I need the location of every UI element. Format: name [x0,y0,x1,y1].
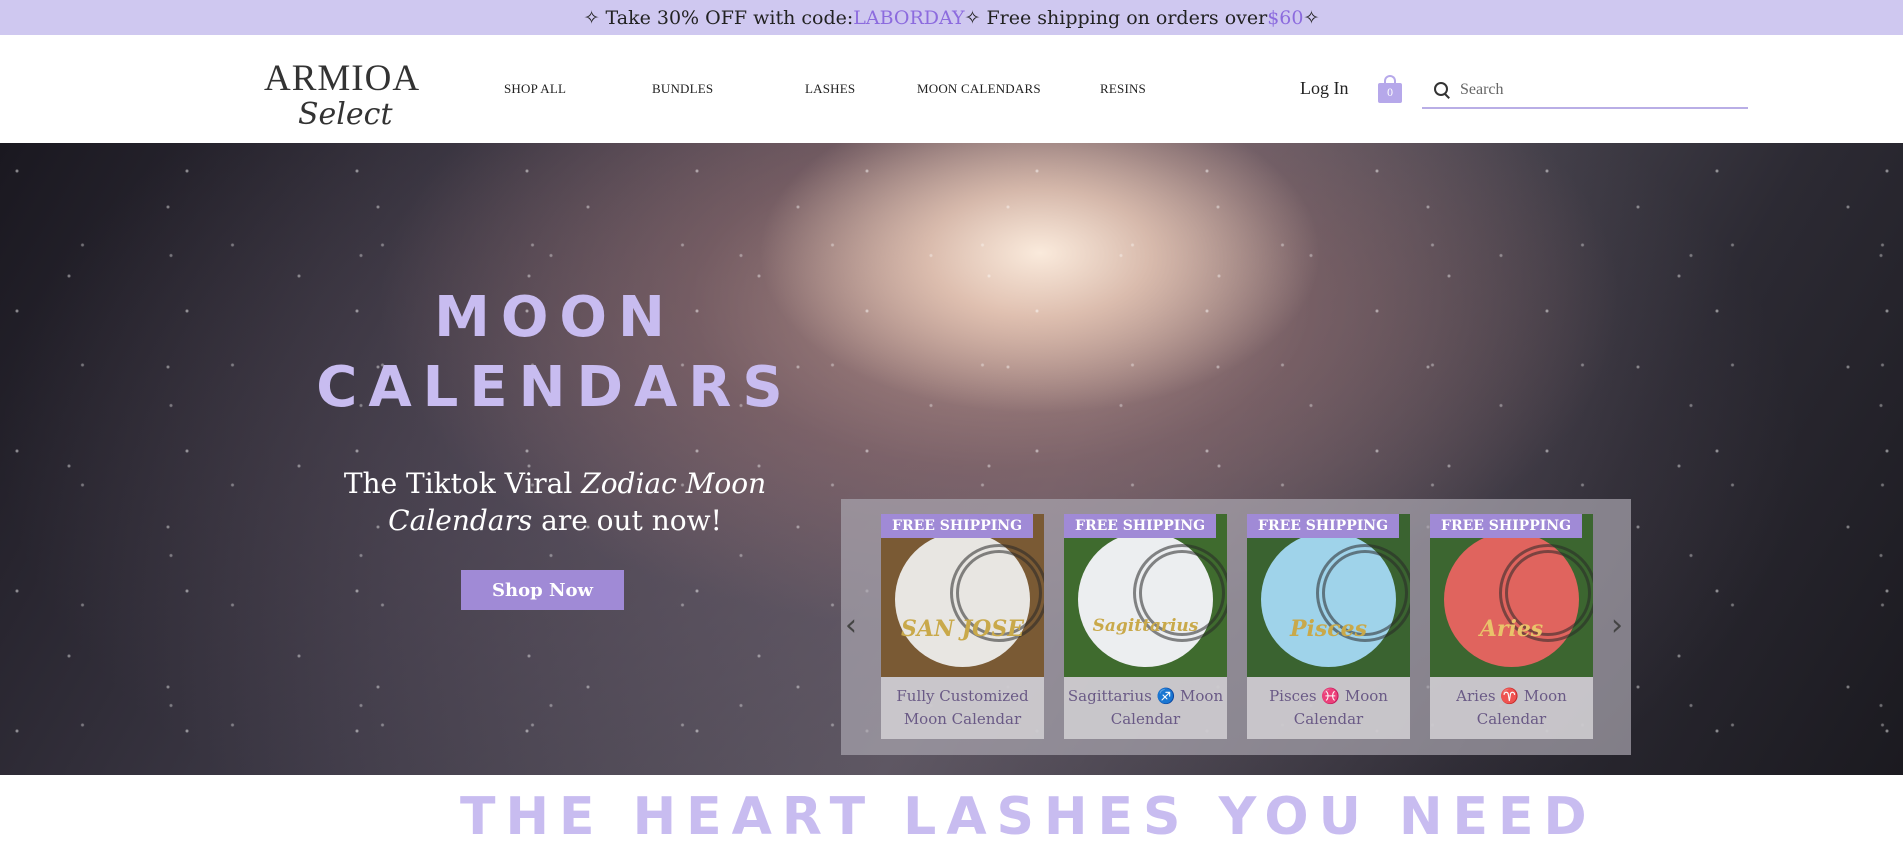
product-carousel: ‹ SAN JOSE FREE SHIPPING Fully Customize… [841,499,1631,755]
chevron-left-icon[interactable]: ‹ [845,611,861,641]
product-name[interactable]: Pisces ♓ Moon Calendar [1247,677,1410,739]
free-shipping-threshold: $60 [1267,6,1304,29]
free-shipping-badge: FREE SHIPPING [1064,514,1217,538]
product-image: Pisces [1247,514,1410,677]
product-card[interactable]: Sagittarius FREE SHIPPING Sagittarius ♐ … [1064,514,1227,739]
logo-script: Select [298,97,393,132]
hero-subtitle-start: The Tiktok Viral [343,467,582,500]
search-bar [1422,73,1748,109]
announcement-middle: ✧ Free shipping on orders over [964,6,1268,29]
hero-subtitle-end: are out now! [532,504,722,537]
product-image-label: Sagittarius [1092,616,1199,636]
product-image: SAN JOSE [881,514,1044,677]
logo-wordmark: ARMIOA [264,58,421,99]
chevron-right-icon[interactable]: › [1611,611,1627,641]
announcement-prefix: ✧ Take 30% OFF with code: [583,6,854,29]
shop-now-button[interactable]: Shop Now [461,570,624,610]
product-image: Sagittarius [1064,514,1227,677]
hero-title: MOON CALENDARS [270,283,840,423]
search-input[interactable] [1460,81,1740,99]
product-card[interactable]: Aries FREE SHIPPING Aries ♈ Moon Calenda… [1430,514,1593,739]
login-link[interactable]: Log In [1300,78,1349,99]
announcement-bar: ✧ Take 30% OFF with code: LABORDAY ✧ Fre… [0,0,1903,35]
free-shipping-badge: FREE SHIPPING [1430,514,1583,538]
nav-item-lashes[interactable]: LASHES [805,81,855,97]
promo-code: LABORDAY [853,6,965,29]
hero-subtitle: The Tiktok Viral Zodiac Moon Calendars a… [330,465,780,539]
product-card[interactable]: SAN JOSE FREE SHIPPING Fully Customized … [881,514,1044,739]
product-name[interactable]: Aries ♈ Moon Calendar [1430,677,1593,739]
free-shipping-badge: FREE SHIPPING [881,514,1034,538]
free-shipping-badge: FREE SHIPPING [1247,514,1400,538]
product-image-label: SAN JOSE [901,616,1024,642]
product-name[interactable]: Fully Customized Moon Calendar [881,677,1044,739]
product-name[interactable]: Sagittarius ♐ Moon Calendar [1064,677,1227,739]
announcement-suffix: ✧ [1303,6,1320,29]
nav-item-moon-calendars[interactable]: MOON CALENDARS [917,81,1041,97]
section-title: THE HEART LASHES YOU NEED [460,787,1597,847]
hero-title-line1: MOON [434,285,676,350]
search-icon[interactable] [1434,82,1450,98]
product-image-label: Pisces [1289,616,1368,642]
product-image-label: Aries [1479,616,1544,642]
cart-button[interactable]: 0 [1378,75,1402,103]
cart-count: 0 [1378,83,1402,103]
main-nav: SHOP ALL BUNDLES LASHES MOON CALENDARS R… [470,81,1170,111]
site-header: ARMIOA Select SHOP ALL BUNDLES LASHES MO… [0,35,1903,143]
nav-item-resins[interactable]: RESINS [1100,81,1146,97]
nav-item-shop-all[interactable]: SHOP ALL [504,81,566,97]
hero-banner: MOON CALENDARS The Tiktok Viral Zodiac M… [0,143,1903,775]
nav-item-bundles[interactable]: BUNDLES [652,81,713,97]
product-image: Aries [1430,514,1593,677]
hero-title-line2: CALENDARS [316,355,794,420]
product-card[interactable]: Pisces FREE SHIPPING Pisces ♓ Moon Calen… [1247,514,1410,739]
site-logo[interactable]: ARMIOA Select [262,55,419,135]
